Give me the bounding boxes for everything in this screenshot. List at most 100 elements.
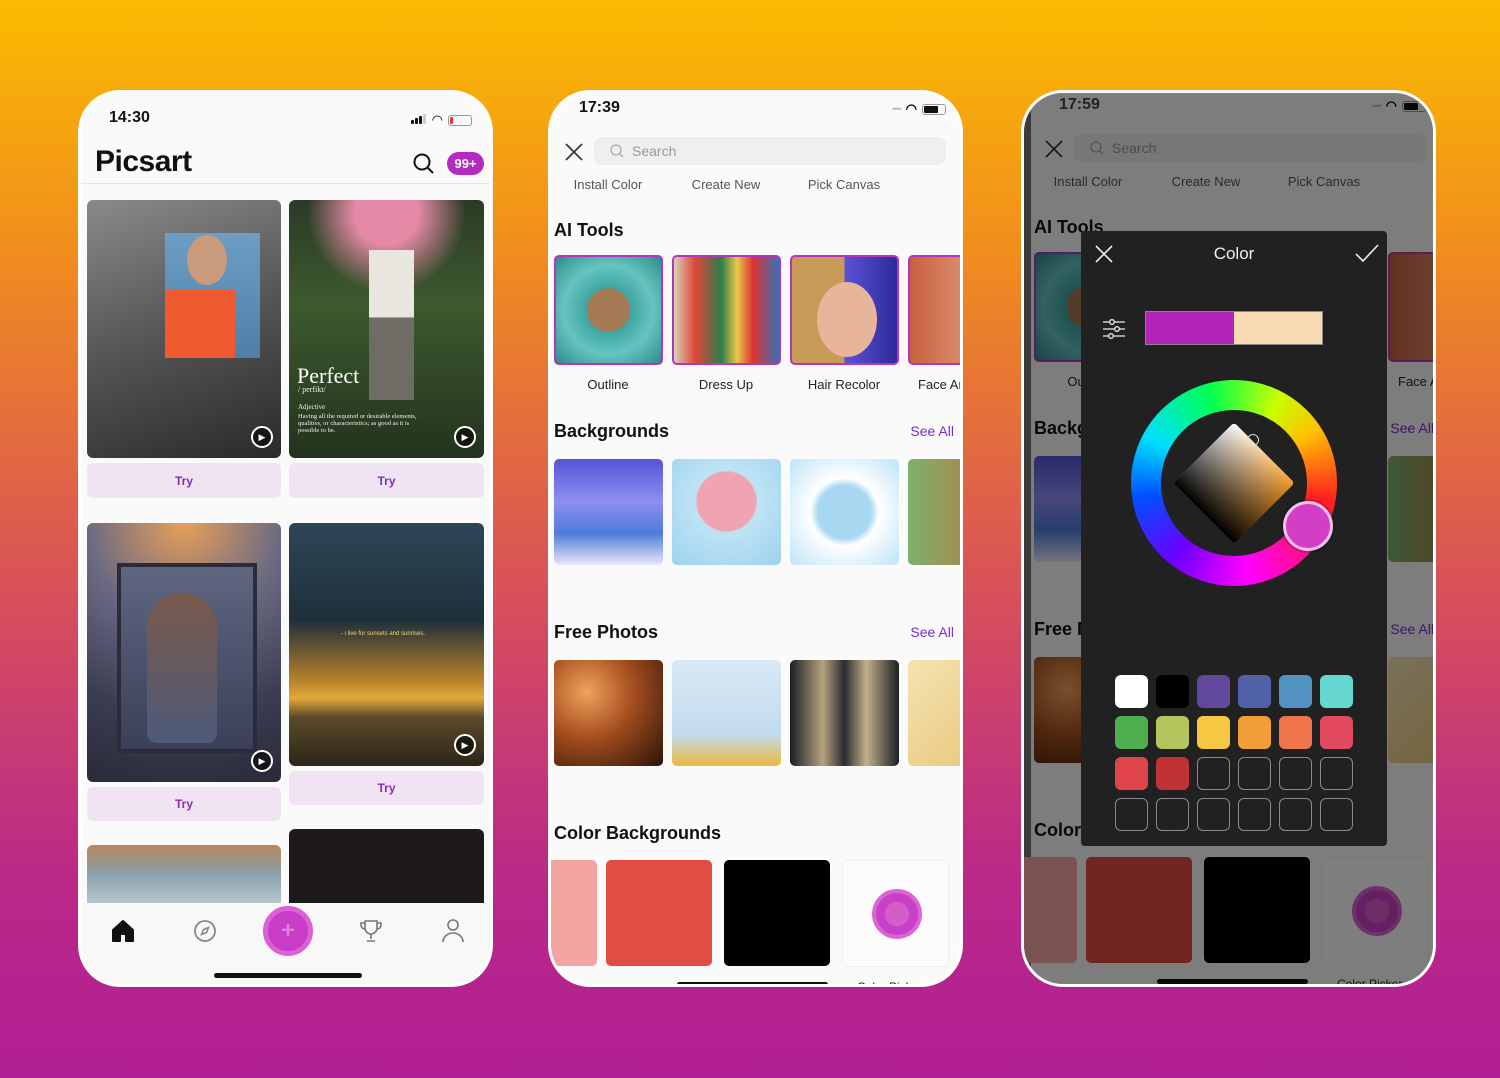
home-indicator (214, 973, 362, 978)
profile-icon[interactable] (441, 918, 465, 944)
wifi-icon: ◠ (905, 101, 917, 116)
template-card[interactable]: - i live for sunsets and sunrises. ▶ (289, 523, 484, 766)
photo-tile[interactable] (790, 660, 899, 766)
color-swatch[interactable] (1156, 675, 1189, 708)
color-dialog: Color (1081, 231, 1387, 846)
search-input[interactable]: Search (594, 137, 946, 165)
empty-swatch-slot[interactable] (1320, 757, 1353, 790)
ai-tool-label: Face Art (918, 377, 963, 392)
color-swatch-tile[interactable] (551, 860, 597, 966)
color-swatch[interactable] (1156, 757, 1189, 790)
notification-badge[interactable]: 99+ (447, 152, 484, 175)
sv-cursor[interactable] (1247, 434, 1259, 446)
empty-swatch-slot[interactable] (1279, 798, 1312, 831)
try-button[interactable]: Try (87, 787, 281, 821)
background-tile[interactable] (790, 459, 899, 565)
status-time: 17:59 (1059, 96, 1100, 113)
ai-tool-dress-up[interactable] (672, 255, 781, 365)
section-title-ai-tools: AI Tools (554, 220, 624, 240)
color-swatch[interactable] (1238, 716, 1271, 749)
color-swatch[interactable] (1156, 716, 1189, 749)
try-button[interactable]: Try (87, 463, 281, 498)
template-card[interactable]: ▶ (87, 200, 281, 458)
color-picker-label: Color Picker (857, 980, 923, 987)
see-all-backgrounds[interactable]: See All (910, 423, 954, 439)
battery-icon (922, 103, 946, 115)
section-title-color-backgrounds: Color Backgrounds (554, 823, 722, 843)
previous-color[interactable] (1146, 312, 1234, 344)
empty-swatch-slot[interactable] (1156, 798, 1189, 831)
picsart-logo: Picsart (95, 145, 192, 178)
explore-icon[interactable] (193, 919, 217, 943)
close-icon[interactable] (565, 143, 583, 161)
status-icons: ◠ (410, 111, 472, 129)
background-tile[interactable] (672, 459, 781, 565)
color-swatch-tile[interactable] (606, 860, 712, 966)
photo-tile[interactable] (908, 660, 960, 766)
overlay-caption: - i live for sunsets and sunrises. (341, 631, 426, 637)
hue-handle[interactable] (1283, 501, 1333, 551)
current-color (1234, 312, 1322, 344)
home-icon[interactable] (111, 919, 135, 943)
ai-tool-outline[interactable] (554, 255, 663, 365)
template-card[interactable] (289, 829, 484, 909)
overlay-definition: Having all the required or desirable ele… (298, 413, 417, 434)
color-swatch[interactable] (1115, 716, 1148, 749)
try-button[interactable]: Try (289, 463, 484, 498)
section-title-free-photos: Free Photos (554, 622, 659, 642)
replay-icon[interactable]: ▶ (454, 734, 476, 756)
try-button[interactable]: Try (289, 771, 484, 805)
photo-tile[interactable] (672, 660, 781, 766)
empty-swatch-slot[interactable] (1320, 798, 1353, 831)
create-plus-icon[interactable]: + (263, 906, 313, 956)
ai-tool-label: Hair Recolor (807, 377, 881, 392)
color-picker-icon (872, 889, 922, 939)
replay-icon[interactable]: ▶ (251, 750, 273, 772)
ai-tool-face-art[interactable] (908, 255, 960, 365)
color-swatch[interactable] (1320, 716, 1353, 749)
swatch-grid (1115, 675, 1355, 835)
color-swatch[interactable] (1197, 675, 1230, 708)
replay-icon[interactable]: ▶ (454, 426, 476, 448)
empty-swatch-slot[interactable] (1197, 757, 1230, 790)
ai-tool-hair-recolor[interactable] (790, 255, 899, 365)
tab-install-color[interactable]: Install Color (574, 177, 643, 192)
home-indicator (677, 982, 828, 984)
color-swatch[interactable] (1320, 675, 1353, 708)
color-swatch-tile[interactable] (724, 860, 830, 966)
status-icons: •••• ◠ (892, 101, 946, 117)
phone-create-menu: 17:39 •••• ◠ Search Install Color Create… (548, 90, 963, 987)
section-title-backgrounds: Backgrounds (554, 421, 670, 441)
sliders-icon[interactable] (1103, 319, 1125, 339)
empty-swatch-slot[interactable] (1115, 798, 1148, 831)
see-all-free-photos[interactable]: See All (910, 624, 954, 640)
template-card[interactable]: Perfect / perfikt/ Adjective Having all … (289, 200, 484, 458)
empty-swatch-slot[interactable] (1279, 757, 1312, 790)
template-card[interactable]: ▶ (87, 523, 281, 782)
tab-pick-canvas[interactable]: Pick Canvas (808, 177, 880, 192)
color-swatch[interactable] (1115, 675, 1148, 708)
empty-swatch-slot[interactable] (1197, 798, 1230, 831)
color-picker-tile[interactable] (842, 860, 949, 967)
color-swatch[interactable] (1197, 716, 1230, 749)
phone-color-picker: •••• ◠ Search Install Color Create New P… (1021, 90, 1436, 987)
photo-tile[interactable] (554, 660, 663, 766)
tab-create-new[interactable]: Create New (692, 177, 761, 192)
replay-icon[interactable]: ▶ (251, 426, 273, 448)
color-swatch[interactable] (1279, 675, 1312, 708)
trophy-icon[interactable] (358, 918, 384, 944)
color-comparison (1145, 311, 1323, 345)
dialog-title: Color (1213, 244, 1255, 263)
color-swatch[interactable] (1279, 716, 1312, 749)
color-swatch[interactable] (1115, 757, 1148, 790)
divider (81, 183, 490, 184)
confirm-check-icon[interactable] (1355, 244, 1379, 262)
empty-swatch-slot[interactable] (1238, 798, 1271, 831)
empty-swatch-slot[interactable] (1238, 757, 1271, 790)
bottom-nav: + (81, 903, 490, 984)
overlay-pos: Adjective (298, 403, 326, 411)
color-swatch[interactable] (1238, 675, 1271, 708)
background-tile[interactable] (554, 459, 663, 565)
background-tile[interactable] (908, 459, 960, 565)
search-icon[interactable] (413, 153, 435, 175)
